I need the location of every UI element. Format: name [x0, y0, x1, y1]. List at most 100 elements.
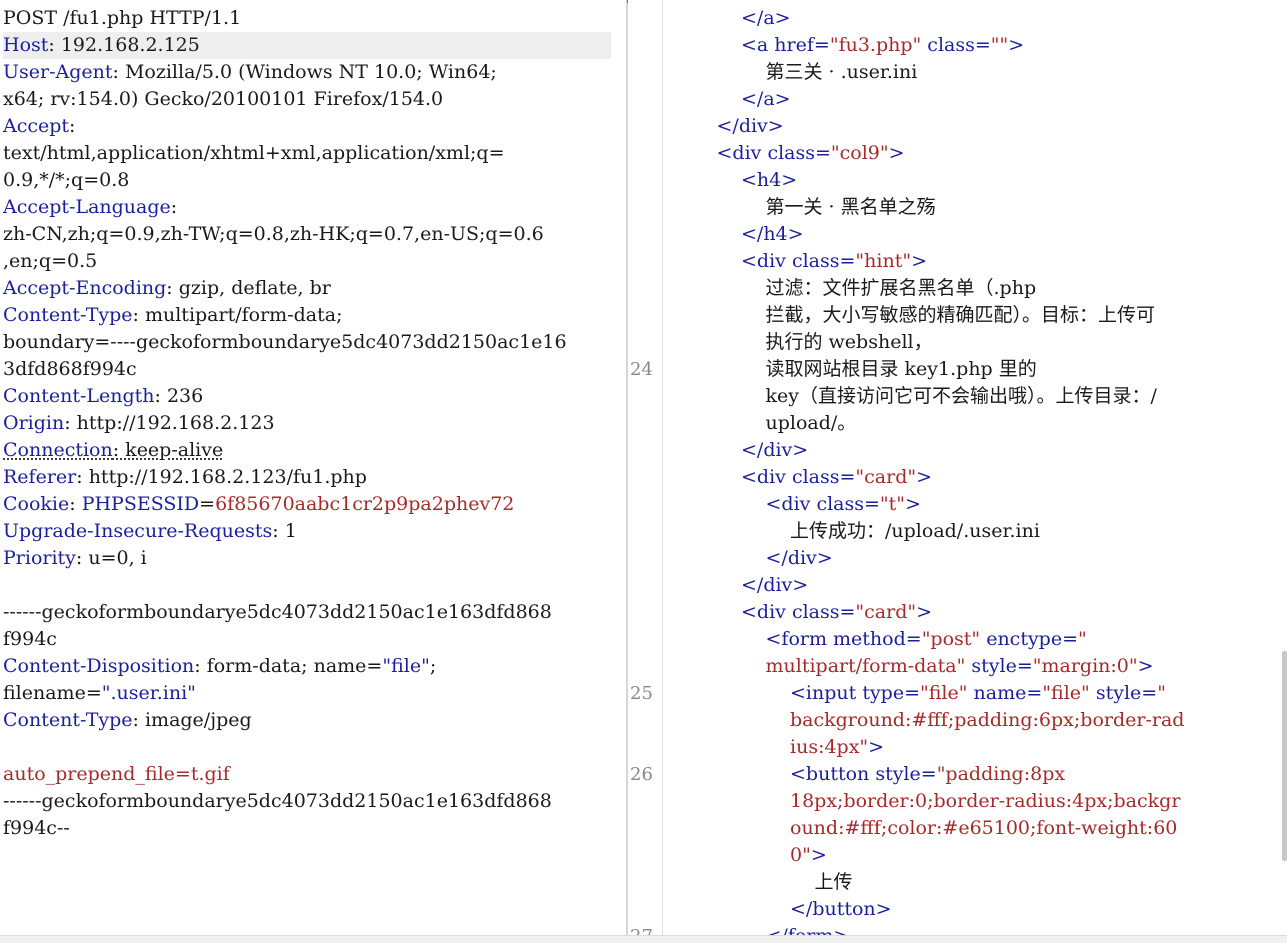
response-editor[interactable]: 24 25 26 27 </a> <a href="fu3.php" class="">… [628, 0, 1287, 942]
text-node: 执行的 webshell， [765, 331, 933, 353]
header-value: : http://192.168.2.123/fu1.php [76, 466, 367, 488]
request-line: POST /fu1.php HTTP/1.1 [3, 5, 611, 32]
html-tag: = [814, 142, 831, 164]
text-node: key（直接访问它可不会输出哦）。上传目录：/ [765, 385, 1157, 407]
request-lines[interactable]: POST /fu1.php HTTP/1.1 Host: 192.168.2.12… [3, 5, 611, 842]
request-line: Accept-Language: [3, 194, 611, 221]
html-tag: <h4> [741, 169, 798, 191]
html-tag: a [763, 7, 775, 29]
request-line [3, 734, 611, 761]
header-value: : keep-alive [112, 439, 224, 461]
request-line: Content-Length: 236 [3, 383, 611, 410]
request-line: Accept-Encoding: gzip, deflate, br [3, 275, 611, 302]
header-value: : [69, 115, 76, 137]
html-tag: <button [790, 763, 876, 785]
text-node: 第三关 · .user.ini [765, 61, 918, 83]
html-tag: > [911, 250, 927, 272]
header-value: ; [429, 655, 437, 677]
response-line: background:#fff;padding:6px;border-rad [790, 707, 1184, 734]
header-value: POST /fu1.php HTTP/1.1 [3, 7, 242, 29]
header-value: : [170, 196, 178, 218]
header-value: : form-data; name= [194, 655, 383, 677]
html-tag: > [1008, 34, 1025, 56]
header-name: Content-Type [3, 709, 133, 731]
html-tag: <input [790, 682, 863, 704]
html-tag: > [916, 601, 933, 623]
attr-value: "file" [920, 682, 968, 704]
header-value: : http://192.168.2.123 [64, 412, 275, 434]
header-value: : 192.168.2.125 [48, 34, 200, 56]
request-editor[interactable]: POST /fu1.php HTTP/1.1 Host: 192.168.2.12… [0, 0, 626, 942]
header-value: ------geckoformboundarye5dc4073dd2150ac1… [3, 601, 552, 623]
header-value: x64; rv:154.0) Gecko/20100101 Firefox/15… [3, 88, 444, 110]
html-tag: = [839, 466, 856, 488]
html-tag: > [774, 7, 791, 29]
text-node: 第一关 · 黑名单之殇 [765, 196, 936, 218]
html-tag: = [1016, 655, 1033, 677]
header-name: Connection [3, 439, 113, 461]
html-tag: > [888, 142, 905, 164]
header-name: User-Agent [3, 61, 113, 83]
attr-value: "post" [921, 628, 981, 650]
html-tag: </button> [790, 898, 892, 920]
attr-value: ius:4px" [790, 736, 869, 758]
request-line: ------geckoformboundarye5dc4073dd2150ac1… [3, 599, 611, 626]
text-node: upload/。 [765, 412, 857, 434]
header-value: ".user.ini" [101, 682, 196, 704]
header-value: f994c-- [3, 817, 70, 839]
html-tag: <div [741, 601, 792, 623]
html-tag: <div [741, 250, 792, 272]
attr-value: "margin:0" [1032, 655, 1138, 677]
response-line: <div class="t"> [766, 491, 921, 518]
response-line: </div> [766, 545, 833, 572]
text-node: 读取网站根目录 key1.php 里的 [765, 358, 1037, 380]
response-line: <div class="card"> [741, 464, 932, 491]
header-name: Accept [3, 115, 70, 137]
html-tag: = [1141, 682, 1158, 704]
html-tag: > [1137, 655, 1154, 677]
html-tag: </div> [765, 547, 833, 569]
request-line: Cookie: PHPSESSID=6f85670aabc1cr2p9pa2ph… [3, 491, 611, 518]
response-line: 执行的 webshell， [766, 329, 933, 356]
attr-value: "file" [1042, 682, 1090, 704]
line-number: 24 [630, 359, 653, 380]
attr-name: enctype [980, 628, 1063, 650]
request-line: filename=".user.ini" [3, 680, 611, 707]
text-node: 上传成功：/upload/.user.ini [790, 520, 1040, 542]
html-tag: = [839, 250, 856, 272]
html-tag: </h4> [741, 223, 804, 245]
header-name: Content-Type [3, 304, 133, 326]
attr-name: name [967, 682, 1027, 704]
attr-name: class [791, 250, 840, 272]
attr-name: class [767, 142, 815, 164]
html-tag: <a [741, 34, 775, 56]
html-tag: = [905, 628, 922, 650]
request-line: Connection: keep-alive [3, 437, 611, 464]
header-value: : Mozilla/5.0 (Windows NT 10.0; Win64; [112, 61, 497, 83]
attr-name: style [965, 655, 1017, 677]
response-line: 拦截，大小写敏感的精确匹配）。目标：上传可 [766, 302, 1156, 329]
html-tag: </a> [741, 88, 791, 110]
response-line: ound:#fff;color:#e65100;font-weight:60 [790, 815, 1177, 842]
request-line: x64; rv:154.0) Gecko/20100101 Firefox/15… [3, 86, 611, 113]
vertical-scrollbar[interactable] [1282, 651, 1287, 861]
response-line: <div class="hint"> [741, 248, 927, 275]
response-line: </a> [741, 5, 791, 32]
header-value: boundary=----geckoformboundarye5dc4073dd… [3, 331, 567, 353]
header-name: Accept-Encoding [3, 277, 167, 299]
attr-name: method [833, 628, 906, 650]
header-value: ------geckoformboundarye5dc4073dd2150ac1… [3, 790, 552, 812]
request-line: Content-Disposition: form-data; name="fi… [3, 653, 611, 680]
header-value: 0.9,*/*;q=0.8 [3, 169, 130, 191]
request-line: ,en;q=0.5 [3, 248, 611, 275]
html-tag: = [1062, 628, 1079, 650]
attr-name: class [791, 601, 840, 623]
response-line: 0"> [790, 842, 827, 869]
request-line: Upgrade-Insecure-Requests: 1 [3, 518, 611, 545]
attr-name: class [816, 493, 864, 515]
attr-value: ound:#fff;color:#e65100;font-weight:60 [790, 817, 1178, 839]
header-name: Content-Disposition [3, 655, 195, 677]
attr-name: type [862, 682, 905, 704]
attr-value: "fu3.php" [829, 34, 922, 56]
line-number: 26 [630, 764, 653, 785]
